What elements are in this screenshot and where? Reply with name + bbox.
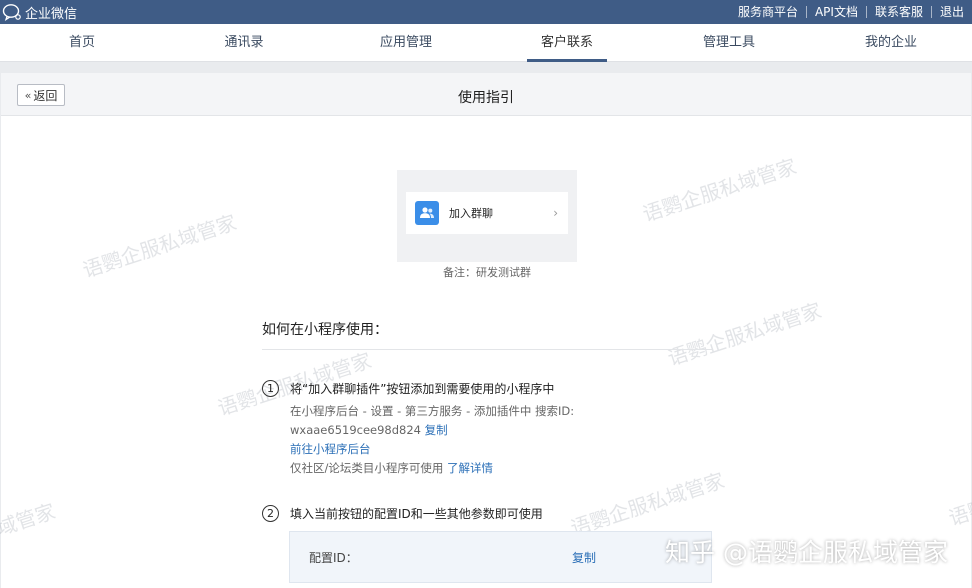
watermark: 语鹦企服私域管家 bbox=[639, 154, 800, 227]
page-header: « 返回 使用指引 bbox=[1, 73, 971, 116]
button-remark: 备注：研发测试群 bbox=[443, 266, 531, 279]
nav-customer-contact[interactable]: 客户联系 bbox=[527, 24, 607, 62]
nav-app-management[interactable]: 应用管理 bbox=[366, 24, 446, 62]
button-preview: 加入群聊 › bbox=[397, 170, 577, 262]
chevron-right-icon: › bbox=[553, 206, 558, 220]
step-instruction: 在小程序后台 - 设置 - 第三方服务 - 添加插件中 搜索ID: bbox=[290, 404, 575, 418]
divider bbox=[262, 349, 712, 350]
usage-note-text: 仅社区/论坛类目小程序可使用 bbox=[290, 461, 444, 475]
watermark: 域管家 bbox=[0, 498, 59, 541]
brand-name: 企业微信 bbox=[25, 6, 78, 22]
join-group-button[interactable]: 加入群聊 › bbox=[406, 192, 568, 234]
source-watermark: 知乎 @语鹦企服私域管家 bbox=[665, 538, 948, 567]
step-title: 将“加入群聊插件”按钮添加到需要使用的小程序中 bbox=[290, 382, 555, 396]
join-group-label: 加入群聊 bbox=[449, 207, 493, 220]
learn-more-link[interactable]: 了解详情 bbox=[447, 461, 493, 475]
watermark: 语鹦企服私域管家 bbox=[945, 458, 972, 531]
brand[interactable]: 企业微信 bbox=[2, 3, 78, 22]
config-id-label: 配置ID： bbox=[309, 551, 358, 565]
nav-contacts[interactable]: 通讯录 bbox=[204, 24, 284, 62]
top-bar: 企业微信 服务商平台 API文档 联系客服 退出 bbox=[0, 0, 972, 24]
step-2: 2 填入当前按钮的配置ID和一些其他参数即可使用 bbox=[262, 505, 712, 525]
content-card: « 返回 使用指引 语鹦企服私域管家 语鹦企服私域管家 语鹦企服私域管家 语鹦企… bbox=[0, 73, 972, 588]
top-links: 服务商平台 API文档 联系客服 退出 bbox=[730, 0, 972, 24]
plugin-id: wxaae6519cee98d824 bbox=[290, 423, 422, 437]
step-1: 1 将“加入群聊插件”按钮添加到需要使用的小程序中 在小程序后台 - 设置 - … bbox=[262, 380, 712, 480]
goto-miniprogram-admin-link[interactable]: 前往小程序后台 bbox=[290, 441, 371, 457]
step-number: 1 bbox=[262, 380, 279, 397]
copy-config-id-link[interactable]: 复制 bbox=[572, 549, 596, 566]
logout-link[interactable]: 退出 bbox=[930, 6, 972, 18]
step-title: 填入当前按钮的配置ID和一些其他参数即可使用 bbox=[290, 507, 543, 521]
api-docs-link[interactable]: API文档 bbox=[805, 6, 866, 18]
wecom-logo-icon bbox=[2, 4, 21, 21]
service-provider-link[interactable]: 服务商平台 bbox=[730, 6, 806, 18]
main-nav: 首页 通讯录 应用管理 客户联系 管理工具 我的企业 bbox=[0, 24, 972, 62]
nav-my-enterprise[interactable]: 我的企业 bbox=[851, 24, 931, 62]
nav-home[interactable]: 首页 bbox=[42, 24, 122, 62]
watermark: 语鹦企服私域管家 bbox=[664, 298, 825, 371]
group-chat-icon bbox=[415, 201, 439, 225]
step-number: 2 bbox=[262, 505, 279, 522]
page-title: 使用指引 bbox=[458, 90, 514, 106]
contact-support-link[interactable]: 联系客服 bbox=[865, 6, 931, 18]
usage-note: 仅社区/论坛类目小程序可使用 了解详情 bbox=[290, 460, 493, 476]
guide-heading: 如何在小程序使用： bbox=[262, 322, 388, 338]
watermark: 语鹦企服私域管家 bbox=[79, 210, 240, 283]
copy-plugin-id-link[interactable]: 复制 bbox=[425, 423, 448, 437]
config-id-box: 配置ID： 复制 bbox=[289, 531, 712, 583]
plugin-id-row: wxaae6519cee98d824 复制 bbox=[290, 422, 448, 438]
nav-management-tools[interactable]: 管理工具 bbox=[689, 24, 769, 62]
